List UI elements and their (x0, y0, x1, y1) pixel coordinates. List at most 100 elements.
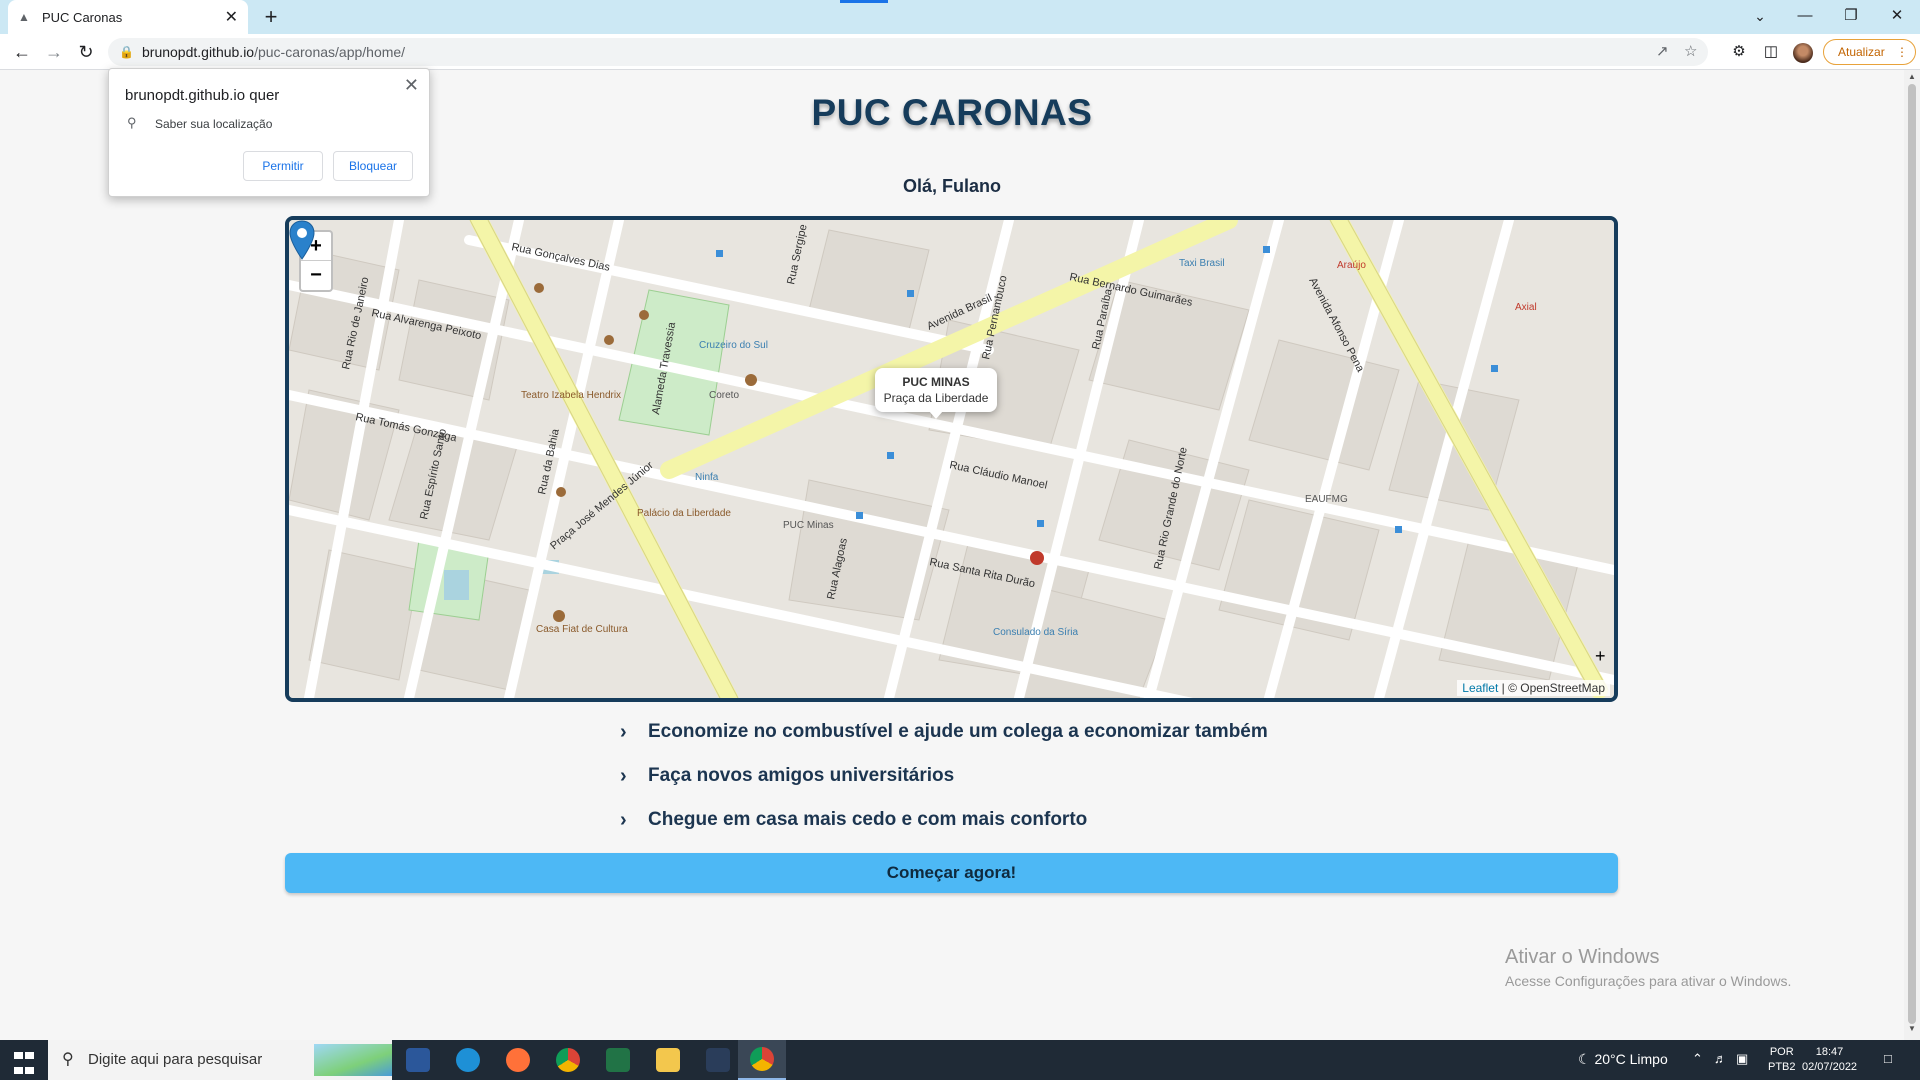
feature-list: › Economize no combustível e ajude um col… (620, 710, 1320, 842)
word-app-icon[interactable] (394, 1040, 442, 1080)
list-item: › Economize no combustível e ajude um col… (620, 710, 1320, 754)
bookmark-star-icon[interactable]: ☆ (1684, 38, 1697, 66)
weather[interactable]: ☾ 20°C Limpo (1578, 1051, 1668, 1068)
address-bar[interactable]: 🔒 brunopdt.github.io/puc-caronas/app/hom… (108, 38, 1708, 66)
page-content: PUC CARONAS Olá, Fulano Rua Gonçalves Di… (0, 70, 1904, 1040)
poi-label: Araújo (1337, 260, 1366, 271)
poi-label: Consulado da Síria (993, 627, 1078, 638)
start-now-button[interactable]: Começar agora! (285, 853, 1618, 893)
scrollbar-thumb[interactable] (1908, 84, 1916, 1024)
location-permission-prompt: brunopdt.github.io quer ✕ ⚲ Saber sua lo… (108, 68, 430, 197)
poi-label: PUC Minas (783, 520, 834, 531)
tab-close-icon[interactable]: ✕ (225, 7, 238, 27)
activation-title: Ativar o Windows (1505, 946, 1660, 968)
popup-subtitle: Praça da Liberdade (883, 391, 989, 405)
location-pin-icon: ⚲ (127, 115, 137, 130)
minimize-icon[interactable]: — (1782, 0, 1828, 34)
network-icon[interactable]: ▣ (1736, 1051, 1748, 1067)
popup-tip (929, 411, 943, 419)
excel-app-icon[interactable] (594, 1040, 642, 1080)
browser-toolbar: ← → ↻ 🔒 brunopdt.github.io/puc-caronas/a… (0, 34, 1920, 70)
list-item: › Chegue em casa mais cedo e com mais con… (620, 798, 1320, 842)
feature-text: Chegue em casa mais cedo e com mais conf… (648, 809, 1088, 830)
taskbar-search-placeholder: Digite aqui para pesquisar (88, 1051, 263, 1068)
tray-chevron-icon[interactable]: ⌃ (1692, 1051, 1703, 1067)
crosshair-icon: + (1595, 646, 1606, 666)
url-host: brunopdt.github.io (142, 44, 255, 60)
popup-title: PUC MINAS (902, 375, 970, 389)
tab-search-chevron-icon[interactable]: ⌄ (1745, 0, 1775, 34)
lang-line2: PTB2 (1768, 1061, 1796, 1073)
map-popup[interactable]: PUC MINAS Praça da Liberdade (875, 368, 997, 419)
side-panel-icon[interactable]: ◫ (1758, 40, 1784, 64)
extensions-puzzle-icon[interactable]: ⚙ (1726, 40, 1752, 64)
page-scrollbar[interactable]: ▲ ▼ (1904, 70, 1920, 1040)
clock-date: 02/07/2022 (1802, 1061, 1858, 1073)
tab-loading-indicator (840, 0, 888, 3)
scroll-down-icon[interactable]: ▼ (1904, 1024, 1920, 1038)
weather-text: 20°C Limpo (1594, 1051, 1668, 1067)
leaflet-link[interactable]: Leaflet (1462, 681, 1498, 695)
close-icon[interactable]: ✕ (404, 75, 419, 96)
poi-label: Cruzeiro do Sul (699, 340, 768, 351)
map[interactable]: Rua Gonçalves Dias Rua Alvarenga Peixoto… (285, 216, 1618, 702)
edge-app-icon[interactable] (444, 1040, 492, 1080)
forward-arrow-icon[interactable]: → (40, 38, 68, 66)
back-arrow-icon[interactable]: ← (8, 38, 36, 66)
poi-label: Casa Fiat de Cultura (536, 624, 628, 635)
permission-heading: brunopdt.github.io quer (125, 87, 280, 104)
menu-dots-icon[interactable]: ⋮ (1896, 45, 1908, 59)
url-path: /puc-caronas/app/home/ (254, 44, 406, 60)
taskbar-search[interactable]: ⚲ Digite aqui para pesquisar (48, 1040, 392, 1080)
notifications-icon[interactable]: □ (1884, 1051, 1892, 1066)
lock-icon: 🔒 (119, 45, 134, 59)
media-app-icon[interactable] (694, 1040, 742, 1080)
window-controls: — ❐ ✕ (1782, 0, 1920, 34)
chevron-right-icon: › (620, 808, 627, 831)
activation-subtitle: Acesse Configurações para ativar o Windo… (1505, 973, 1792, 989)
close-window-icon[interactable]: ✕ (1874, 0, 1920, 34)
search-icon: ⚲ (62, 1051, 74, 1068)
new-tab-button[interactable]: + (258, 4, 284, 30)
profile-avatar[interactable] (1793, 43, 1813, 63)
file-explorer-icon[interactable] (644, 1040, 692, 1080)
search-highlight-art (314, 1044, 392, 1076)
poi-label: Teatro Izabela Hendrix (521, 390, 621, 401)
moon-icon: ☾ (1578, 1051, 1591, 1067)
poi-label: Taxi Brasil (1179, 258, 1225, 269)
windows-activation-watermark: Ativar o Windows Acesse Configurações pa… (1505, 946, 1791, 989)
map-attribution: Leaflet | © OpenStreetMap (1457, 680, 1610, 696)
feature-text: Faça novos amigos universitários (648, 765, 955, 786)
feature-text: Economize no combustível e ajude um cole… (648, 721, 1268, 742)
clock-time: 18:47 (1815, 1046, 1844, 1058)
clock[interactable]: 18:47 02/07/2022 (1802, 1045, 1857, 1075)
lang-line1: POR (1769, 1046, 1794, 1058)
location-marker-icon[interactable] (289, 220, 315, 260)
browser-tab-bar: ▲ PUC Caronas ✕ + ⌄ — ❐ ✕ (0, 0, 1920, 34)
chevron-right-icon: › (620, 720, 627, 743)
reload-icon[interactable]: ↻ (72, 38, 100, 66)
osm-attribution[interactable]: © OpenStreetMap (1508, 681, 1605, 695)
poi-label: EAUFMG (1305, 494, 1348, 505)
poi-label: Ninfa (695, 472, 719, 483)
firefox-app-icon[interactable] (494, 1040, 542, 1080)
restore-icon[interactable]: ❐ (1828, 0, 1874, 34)
permission-request: Saber sua localização (155, 117, 273, 131)
update-button[interactable]: Atualizar ⋮ (1823, 39, 1916, 65)
poi-label: Coreto (709, 390, 739, 401)
zoom-out-button[interactable]: − (301, 261, 331, 290)
poi-label: Palácio da Liberdade (637, 508, 731, 519)
language-indicator[interactable]: POR PTB2 (1768, 1045, 1796, 1075)
favicon-icon: ▲ (18, 10, 30, 24)
poi-label: Axial (1515, 302, 1537, 313)
update-label: Atualizar (1838, 45, 1885, 59)
windows-start-icon[interactable] (0, 1040, 48, 1080)
browser-tab[interactable]: ▲ PUC Caronas ✕ (8, 0, 248, 34)
speaker-icon[interactable]: ♬ (1714, 1051, 1727, 1066)
block-button[interactable]: Bloquear (333, 151, 413, 181)
chrome-app-icon[interactable] (544, 1040, 592, 1080)
chrome-profile-app-icon[interactable] (738, 1040, 786, 1080)
share-icon[interactable]: ↗ (1656, 38, 1669, 66)
allow-button[interactable]: Permitir (243, 151, 323, 181)
tab-title: PUC Caronas (42, 9, 123, 25)
